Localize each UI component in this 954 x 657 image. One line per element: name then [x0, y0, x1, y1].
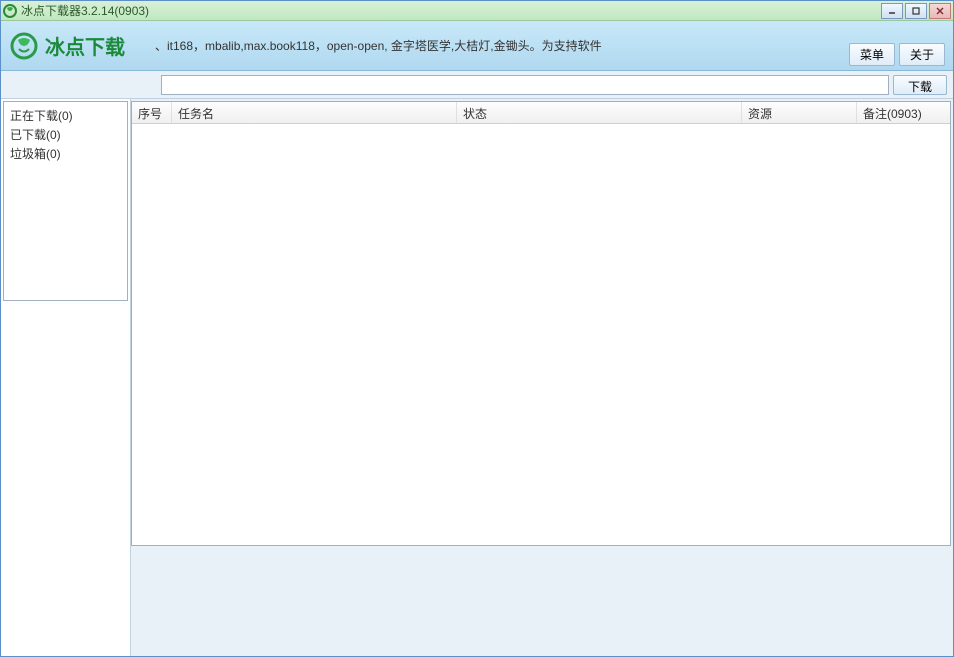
- logo: 冰点下载: [9, 31, 125, 61]
- column-status[interactable]: 状态: [457, 102, 742, 123]
- app-icon: [3, 4, 17, 18]
- sidebar: 正在下载(0) 已下载(0) 垃圾箱(0): [1, 99, 131, 656]
- minimize-button[interactable]: [881, 3, 903, 19]
- column-resource[interactable]: 资源: [742, 102, 857, 123]
- download-button[interactable]: 下载: [893, 75, 947, 95]
- window-controls: [881, 3, 951, 19]
- column-index[interactable]: 序号: [132, 102, 172, 123]
- header: 冰点下载 、it168，mbalib,max.book118，open-open…: [1, 21, 953, 71]
- menu-button[interactable]: 菜单: [849, 43, 895, 66]
- url-input[interactable]: [161, 75, 889, 95]
- column-note[interactable]: 备注(0903): [857, 102, 950, 123]
- column-name[interactable]: 任务名: [172, 102, 457, 123]
- close-button[interactable]: [929, 3, 951, 19]
- bottom-panel: [131, 546, 951, 654]
- sidebar-item-trash[interactable]: 垃圾箱(0): [8, 144, 123, 163]
- logo-text: 冰点下载: [45, 31, 125, 60]
- marquee-text: 、it168，mbalib,max.book118，open-open, 金字塔…: [155, 37, 945, 54]
- logo-icon: [9, 31, 39, 61]
- task-table: 序号 任务名 状态 资源 备注(0903): [131, 101, 951, 546]
- about-button[interactable]: 关于: [899, 43, 945, 66]
- window-title: 冰点下载器3.2.14(0903): [21, 2, 881, 19]
- titlebar: 冰点下载器3.2.14(0903): [1, 1, 953, 21]
- sidebar-item-downloading[interactable]: 正在下载(0): [8, 106, 123, 125]
- table-body: [132, 124, 950, 545]
- sidebar-item-downloaded[interactable]: 已下载(0): [8, 125, 123, 144]
- toolbar: 下载: [1, 71, 953, 99]
- sidebar-list: 正在下载(0) 已下载(0) 垃圾箱(0): [3, 101, 128, 301]
- maximize-button[interactable]: [905, 3, 927, 19]
- content: 序号 任务名 状态 资源 备注(0903): [131, 99, 953, 656]
- main: 正在下载(0) 已下载(0) 垃圾箱(0) 序号 任务名 状态 资源 备注(09…: [1, 99, 953, 656]
- table-header: 序号 任务名 状态 资源 备注(0903): [132, 102, 950, 124]
